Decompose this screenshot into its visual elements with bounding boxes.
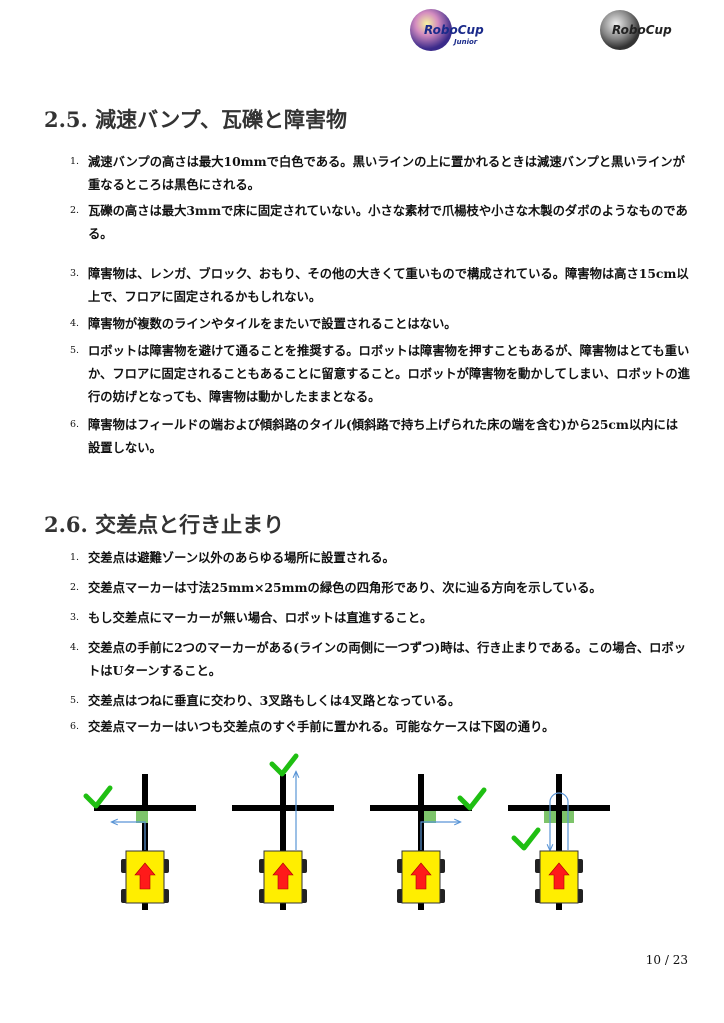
list-item: 3. 障害物は、レンガ、ブロック、おもり、その他の大きくて重いもので構成されてい… (70, 266, 689, 304)
case-u-turn (508, 774, 610, 910)
section-number: 2.6. (44, 512, 88, 537)
intersections-list: 1. 交差点は避難ゾーン以外のあらゆる場所に設置される。 2. 交差点マーカーは… (70, 546, 690, 738)
check-icon (269, 753, 299, 777)
list-item: 3. もし交差点にマーカーが無い場合、ロボットは直進すること。 (70, 610, 433, 625)
list-item: 1. 交差点は避難ゾーン以外のあらゆる場所に設置される。 (70, 550, 395, 565)
robocup-junior-logo: RoboCup Junior (408, 6, 488, 56)
case-straight (232, 753, 334, 910)
case-right-turn (370, 774, 487, 910)
list-item: 4. 交差点の手前に2つのマーカーがある(ラインの両側に一つずつ)時は、行き止ま… (70, 640, 687, 678)
section-heading-2-6: 2.6. 交差点と行き止まり (44, 509, 284, 539)
section-number: 2.5. (44, 107, 88, 132)
section-title: 減速バンプ、瓦礫と障害物 (95, 107, 347, 132)
bumps-obstacles-list: 1. 減速バンプの高さは最大10mmで白色である。黒いラインの上に置かれるときは… (70, 150, 690, 459)
case-left-turn (83, 774, 196, 910)
list-item: 6. 交差点マーカーはいつも交差点のすぐ手前に置かれる。可能なケースは下図の通り… (70, 719, 555, 734)
intersection-cases-figure (83, 753, 610, 910)
check-icon (83, 785, 113, 809)
list-item: 5. 交差点はつねに垂直に交わり、3叉路もしくは4叉路となっている。 (70, 693, 461, 708)
robocup-logo: RoboCup (598, 6, 680, 56)
list-item: 5. ロボットは障害物を避けて通ることを推奨する。ロボットは障害物を押すこともあ… (70, 343, 690, 404)
page-number: 10 / 23 (645, 953, 688, 967)
svg-text:RoboCup: RoboCup (424, 23, 484, 37)
svg-text:RoboCup: RoboCup (612, 23, 672, 37)
section-title: 交差点と行き止まり (95, 512, 285, 537)
list-item: 6. 障害物はフィールドの端および傾斜路のタイル(傾斜路で持ち上げられた床の端を… (70, 417, 679, 455)
section-heading-2-5: 2.5. 減速バンプ、瓦礫と障害物 (44, 104, 347, 134)
svg-text:Junior: Junior (452, 38, 478, 46)
check-icon (511, 827, 541, 851)
list-item: 1. 減速バンプの高さは最大10mmで白色である。黒いラインの上に置かれるときは… (70, 154, 685, 192)
list-item: 4. 障害物が複数のラインやタイルをまたいで設置されることはない。 (70, 316, 457, 331)
list-item: 2. 交差点マーカーは寸法25mm×25mmの緑色の四角形であり、次に辿る方向を… (70, 580, 602, 595)
list-item: 2. 瓦礫の高さは最大3mmで床に固定されていない。小さな素材で爪楊枝や小さな木… (70, 203, 688, 241)
